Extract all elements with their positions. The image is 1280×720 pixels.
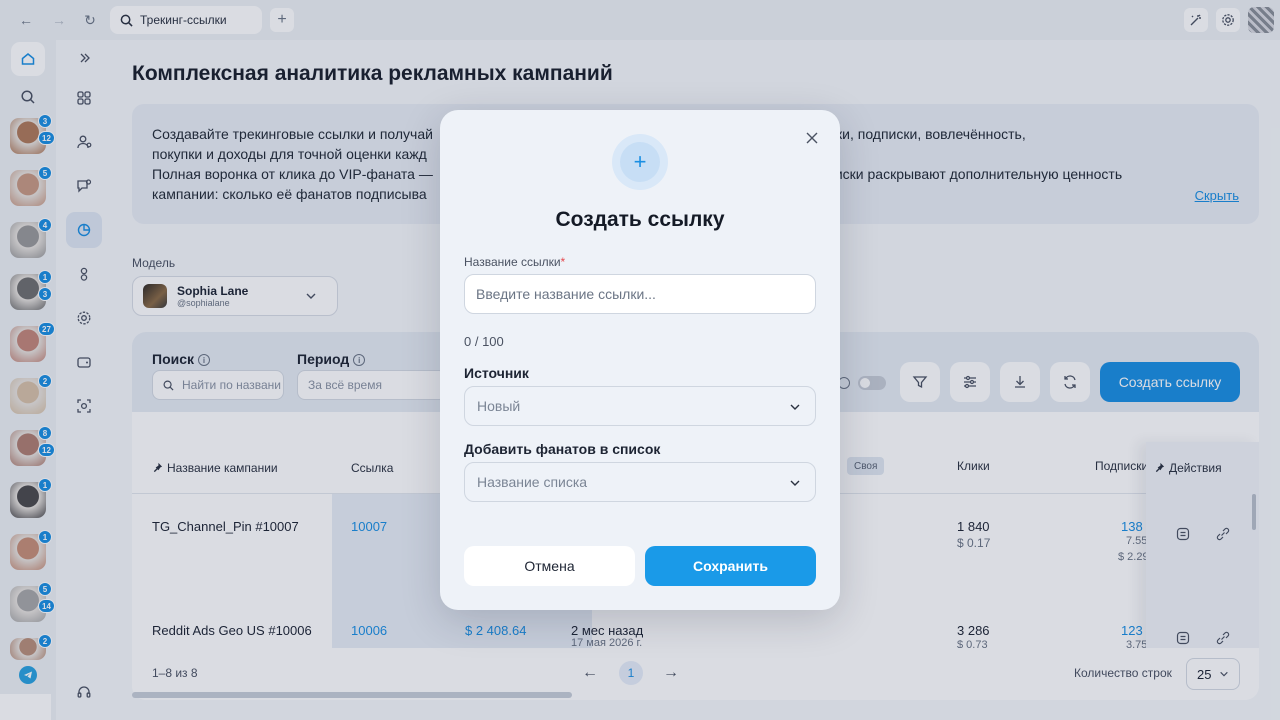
link-name-input[interactable] <box>464 274 816 314</box>
cancel-button[interactable]: Отмена <box>464 546 635 586</box>
char-counter: 0 / 100 <box>464 334 504 349</box>
chevron-down-icon <box>789 400 801 416</box>
close-icon[interactable] <box>803 129 821 147</box>
source-select[interactable]: Новый <box>464 386 816 426</box>
save-button[interactable]: Сохранить <box>645 546 816 586</box>
plus-icon: + <box>612 134 668 190</box>
fan-list-select[interactable]: Название списка <box>464 462 816 502</box>
fan-list-placeholder: Название списка <box>477 474 588 490</box>
link-name-label-text: Название ссылки <box>464 255 561 269</box>
link-name-label: Название ссылки* <box>464 255 565 269</box>
create-link-modal: + Создать ссылку Название ссылки* 0 / 10… <box>440 110 840 610</box>
chevron-down-icon <box>789 476 801 492</box>
required-mark: * <box>560 255 566 269</box>
plus-icon-inner: + <box>620 142 660 182</box>
fan-list-label: Добавить фанатов в список <box>464 441 661 457</box>
source-value: Новый <box>477 398 521 414</box>
modal-title: Создать ссылку <box>555 208 725 231</box>
source-label: Источник <box>464 365 529 381</box>
